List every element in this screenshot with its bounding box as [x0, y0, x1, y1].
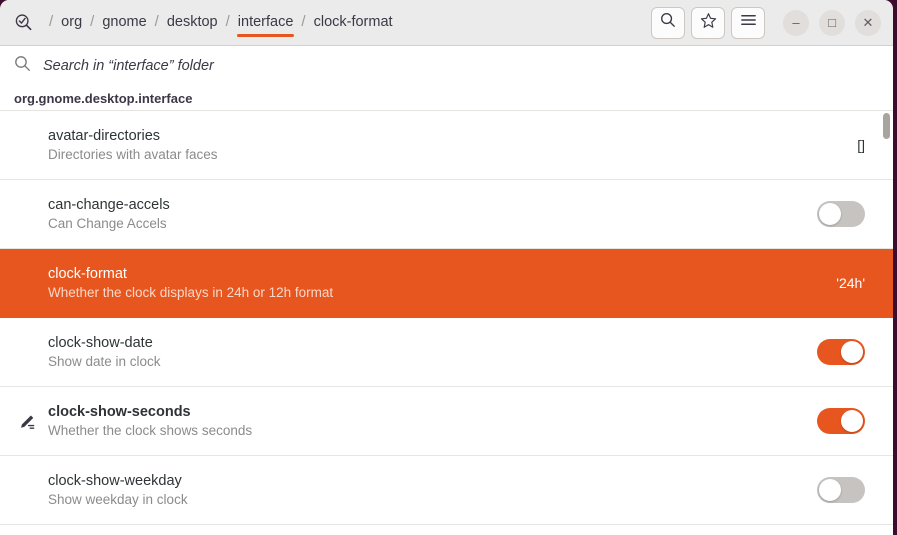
schema-name-label: org.gnome.desktop.interface — [0, 86, 893, 111]
maximize-button[interactable]: □ — [819, 9, 845, 36]
row-value-text: [] — [857, 137, 865, 153]
search-bar — [0, 46, 893, 86]
path-separator-4: / — [301, 13, 306, 30]
row-key-name: can-change-accels — [48, 196, 170, 213]
toggle-knob — [841, 341, 863, 363]
row-key-description: Show date in clock — [48, 353, 161, 369]
row-value[interactable] — [797, 477, 893, 503]
toggle-knob — [819, 479, 841, 501]
key-list-scroller: avatar-directories Directories with avat… — [0, 111, 893, 535]
table-row[interactable]: clock-format Whether the clock displays … — [0, 249, 893, 318]
path-segment-clock-format[interactable]: clock-format — [313, 2, 394, 43]
table-row[interactable]: clock-show-seconds Whether the clock sho… — [0, 387, 893, 456]
minimize-icon: – — [792, 15, 800, 30]
search-icon — [14, 55, 31, 77]
row-key-description: Whether the clock shows seconds — [48, 422, 253, 438]
window-right-border — [893, 0, 897, 535]
minimize-button[interactable]: – — [783, 9, 809, 36]
path-segment-gnome[interactable]: gnome — [101, 2, 147, 43]
row-key-name: clock-show-seconds — [48, 403, 191, 420]
toggle-switch[interactable] — [817, 408, 865, 434]
hamburger-icon — [740, 13, 757, 32]
search-button[interactable] — [651, 6, 685, 39]
titlebar: / org / gnome / desktop / interface / cl… — [0, 0, 893, 46]
row-key-name: clock-format — [48, 265, 127, 282]
row-key-name: avatar-directories — [48, 127, 161, 144]
toggle-knob — [841, 410, 863, 432]
table-row[interactable] — [0, 525, 893, 535]
search-input[interactable] — [43, 58, 879, 74]
path-separator-2: / — [154, 13, 159, 30]
row-text: can-change-accels Can Change Accels — [48, 197, 797, 231]
close-icon: ✕ — [862, 15, 874, 30]
dconf-editor-window: / org / gnome / desktop / interface / cl… — [0, 0, 893, 535]
row-text: avatar-directories Directories with avat… — [48, 128, 797, 162]
scrollbar-thumb[interactable] — [883, 113, 890, 139]
row-value[interactable]: [] — [797, 137, 893, 153]
table-row[interactable]: can-change-accels Can Change Accels — [0, 180, 893, 249]
bookmark-button[interactable] — [691, 6, 725, 39]
row-text: clock-show-weekday Show weekday in clock — [48, 473, 797, 507]
path-segment-org[interactable]: org — [60, 2, 83, 43]
header-action-buttons — [651, 6, 765, 39]
path-separator-0: / — [49, 13, 54, 30]
row-key-description: Directories with avatar faces — [48, 146, 218, 162]
path-segment-interface[interactable]: interface — [236, 2, 295, 43]
path-separator-1: / — [90, 13, 95, 30]
row-key-description: Whether the clock displays in 24h or 12h… — [48, 284, 334, 300]
row-key-name: clock-show-date — [48, 334, 153, 351]
row-value[interactable]: '24h' — [797, 275, 893, 291]
path-separator-3: / — [225, 13, 230, 30]
search-icon — [660, 12, 676, 33]
row-value[interactable] — [797, 408, 893, 434]
close-button[interactable]: ✕ — [855, 9, 881, 36]
row-key-description: Show weekday in clock — [48, 491, 188, 507]
star-icon — [700, 12, 717, 34]
row-key-name: clock-show-weekday — [48, 472, 182, 489]
toggle-switch[interactable] — [817, 339, 865, 365]
row-text: clock-format Whether the clock displays … — [48, 266, 797, 300]
row-text: clock-show-date Show date in clock — [48, 335, 797, 369]
row-value[interactable] — [797, 201, 893, 227]
maximize-icon: □ — [828, 15, 836, 30]
toggle-switch[interactable] — [817, 201, 865, 227]
menu-button[interactable] — [731, 6, 765, 39]
row-key-description: Can Change Accels — [48, 215, 167, 231]
breadcrumb-pathbar: / org / gnome / desktop / interface / cl… — [10, 0, 641, 45]
row-text: clock-show-seconds Whether the clock sho… — [48, 404, 797, 438]
table-row[interactable]: clock-show-date Show date in clock — [0, 318, 893, 387]
toggle-knob — [819, 203, 841, 225]
row-value[interactable] — [797, 339, 893, 365]
window-controls: – □ ✕ — [783, 9, 881, 36]
row-value-text: '24h' — [836, 275, 865, 291]
vertical-scrollbar[interactable] — [880, 111, 893, 535]
path-segment-desktop[interactable]: desktop — [166, 2, 219, 43]
table-row[interactable]: clock-show-weekday Show weekday in clock — [0, 456, 893, 525]
table-row[interactable]: avatar-directories Directories with avat… — [0, 111, 893, 180]
key-list: avatar-directories Directories with avat… — [0, 111, 893, 535]
edit-pencil-icon — [14, 412, 40, 431]
toggle-switch[interactable] — [817, 477, 865, 503]
search-check-icon[interactable] — [10, 10, 36, 36]
